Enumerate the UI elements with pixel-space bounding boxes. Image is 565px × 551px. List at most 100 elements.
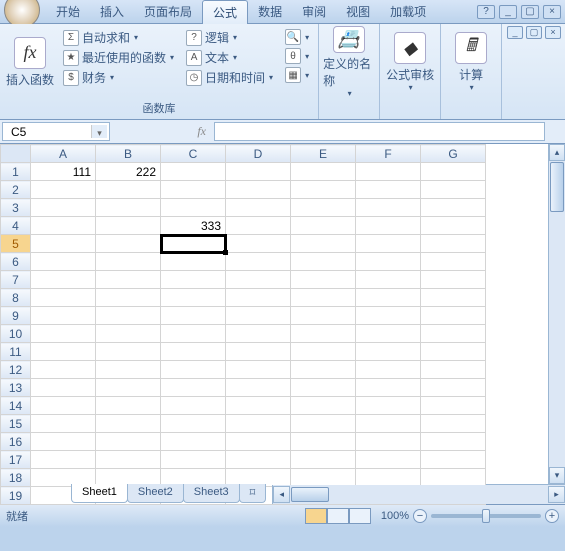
scroll-thumb[interactable] [291,487,329,502]
logical-button[interactable]: ?逻辑▾ [183,28,276,47]
cell-G7[interactable] [421,271,486,289]
more-functions-button[interactable]: ▦▾ [282,66,312,84]
cell-G11[interactable] [421,343,486,361]
cell-D16[interactable] [226,433,291,451]
cell-E6[interactable] [291,253,356,271]
row-header-3[interactable]: 3 [1,199,31,217]
cell-B11[interactable] [96,343,161,361]
cell-B16[interactable] [96,433,161,451]
cell-E2[interactable] [291,181,356,199]
cell-G15[interactable] [421,415,486,433]
cell-F13[interactable] [356,379,421,397]
cell-F9[interactable] [356,307,421,325]
cell-A13[interactable] [31,379,96,397]
cell-D13[interactable] [226,379,291,397]
cell-E17[interactable] [291,451,356,469]
cell-A3[interactable] [31,199,96,217]
cell-F16[interactable] [356,433,421,451]
lookup-button[interactable]: 🔍▾ [282,28,312,46]
cell-G12[interactable] [421,361,486,379]
cell-A17[interactable] [31,451,96,469]
cell-F17[interactable] [356,451,421,469]
cell-G8[interactable] [421,289,486,307]
cell-D5[interactable] [226,235,291,253]
window-restore[interactable]: ▢ [521,5,539,19]
scroll-right-button[interactable]: ▸ [548,486,565,503]
cell-E1[interactable] [291,163,356,181]
row-header-13[interactable]: 13 [1,379,31,397]
cell-F11[interactable] [356,343,421,361]
cell-F4[interactable] [356,217,421,235]
cell-G5[interactable] [421,235,486,253]
scroll-thumb[interactable] [550,162,564,212]
col-header-D[interactable]: D [226,145,291,163]
cell-G4[interactable] [421,217,486,235]
cell-B1[interactable]: 222 [96,163,161,181]
cell-G17[interactable] [421,451,486,469]
tab-home[interactable]: 开始 [46,0,90,23]
cell-G16[interactable] [421,433,486,451]
cell-E10[interactable] [291,325,356,343]
cell-A8[interactable] [31,289,96,307]
cell-C6[interactable] [161,253,226,271]
row-header-14[interactable]: 14 [1,397,31,415]
cell-G10[interactable] [421,325,486,343]
cell-C4[interactable]: 333 [161,217,226,235]
cell-C7[interactable] [161,271,226,289]
cell-B17[interactable] [96,451,161,469]
cell-E15[interactable] [291,415,356,433]
cell-A7[interactable] [31,271,96,289]
tab-view[interactable]: 视图 [336,0,380,23]
cell-B9[interactable] [96,307,161,325]
view-normal-button[interactable] [305,508,327,524]
sheet-tab-1[interactable]: Sheet1 [71,484,128,503]
cell-F18[interactable] [356,469,421,487]
view-pagelayout-button[interactable] [327,508,349,524]
cell-D4[interactable] [226,217,291,235]
row-header-12[interactable]: 12 [1,361,31,379]
vertical-scrollbar[interactable]: ▴ ▾ [548,144,565,484]
cell-E18[interactable] [291,469,356,487]
formula-input[interactable] [214,122,545,141]
cell-E12[interactable] [291,361,356,379]
cell-B8[interactable] [96,289,161,307]
cell-E13[interactable] [291,379,356,397]
cell-F10[interactable] [356,325,421,343]
doc-minimize[interactable]: _ [507,26,523,39]
cell-A12[interactable] [31,361,96,379]
row-header-1[interactable]: 1 [1,163,31,181]
cell-F3[interactable] [356,199,421,217]
cell-E4[interactable] [291,217,356,235]
cell-B13[interactable] [96,379,161,397]
doc-close[interactable]: × [545,26,561,39]
zoom-slider-handle[interactable] [482,509,490,523]
cell-C12[interactable] [161,361,226,379]
cell-E16[interactable] [291,433,356,451]
tab-formulas[interactable]: 公式 [202,0,248,24]
cell-B14[interactable] [96,397,161,415]
cell-D6[interactable] [226,253,291,271]
scroll-left-button[interactable]: ◂ [273,486,290,503]
scroll-up-button[interactable]: ▴ [549,144,565,161]
autosum-button[interactable]: Σ自动求和▾ [60,28,177,47]
cell-D15[interactable] [226,415,291,433]
cell-D3[interactable] [226,199,291,217]
row-header-7[interactable]: 7 [1,271,31,289]
cell-A5[interactable] [31,235,96,253]
formula-audit-button[interactable]: ◆ 公式审核 ▾ [384,26,436,98]
row-header-17[interactable]: 17 [1,451,31,469]
help-icon[interactable]: ? [477,5,495,19]
cell-A6[interactable] [31,253,96,271]
row-header-9[interactable]: 9 [1,307,31,325]
cell-E5[interactable] [291,235,356,253]
sheet-tab-2[interactable]: Sheet2 [127,484,184,503]
cell-D17[interactable] [226,451,291,469]
tab-addins[interactable]: 加载项 [380,0,436,23]
row-header-5[interactable]: 5 [1,235,31,253]
cell-B7[interactable] [96,271,161,289]
cell-F1[interactable] [356,163,421,181]
select-all-corner[interactable] [1,145,31,163]
cell-C9[interactable] [161,307,226,325]
col-header-A[interactable]: A [31,145,96,163]
col-header-F[interactable]: F [356,145,421,163]
